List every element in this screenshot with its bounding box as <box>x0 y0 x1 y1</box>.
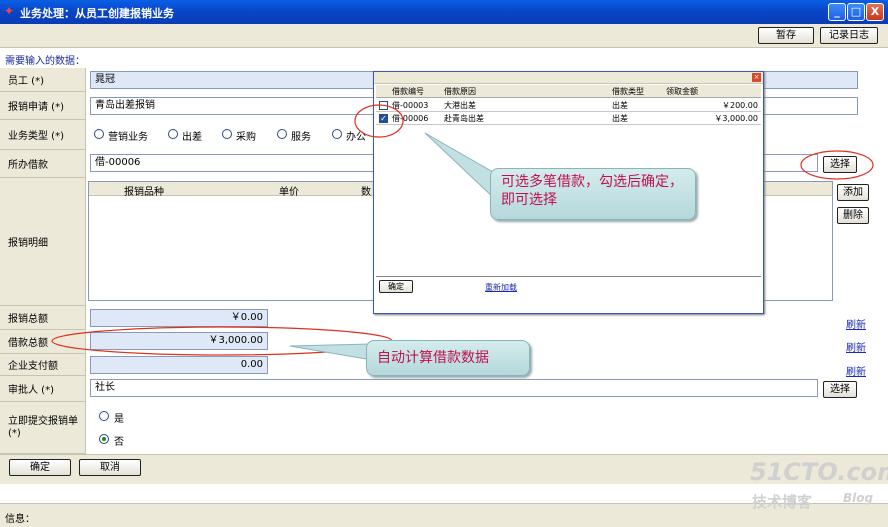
checkbox-highlight-ellipse <box>354 104 404 138</box>
callout-auto-calc: 自动计算借款数据 <box>366 340 530 376</box>
annotation-overlay <box>51 104 874 361</box>
callout-auto-tail <box>289 343 373 361</box>
callout-multi-select: 可选多笔借款，勾选后确定，即可选择 <box>490 168 696 220</box>
select-highlight-ellipse <box>800 150 874 180</box>
